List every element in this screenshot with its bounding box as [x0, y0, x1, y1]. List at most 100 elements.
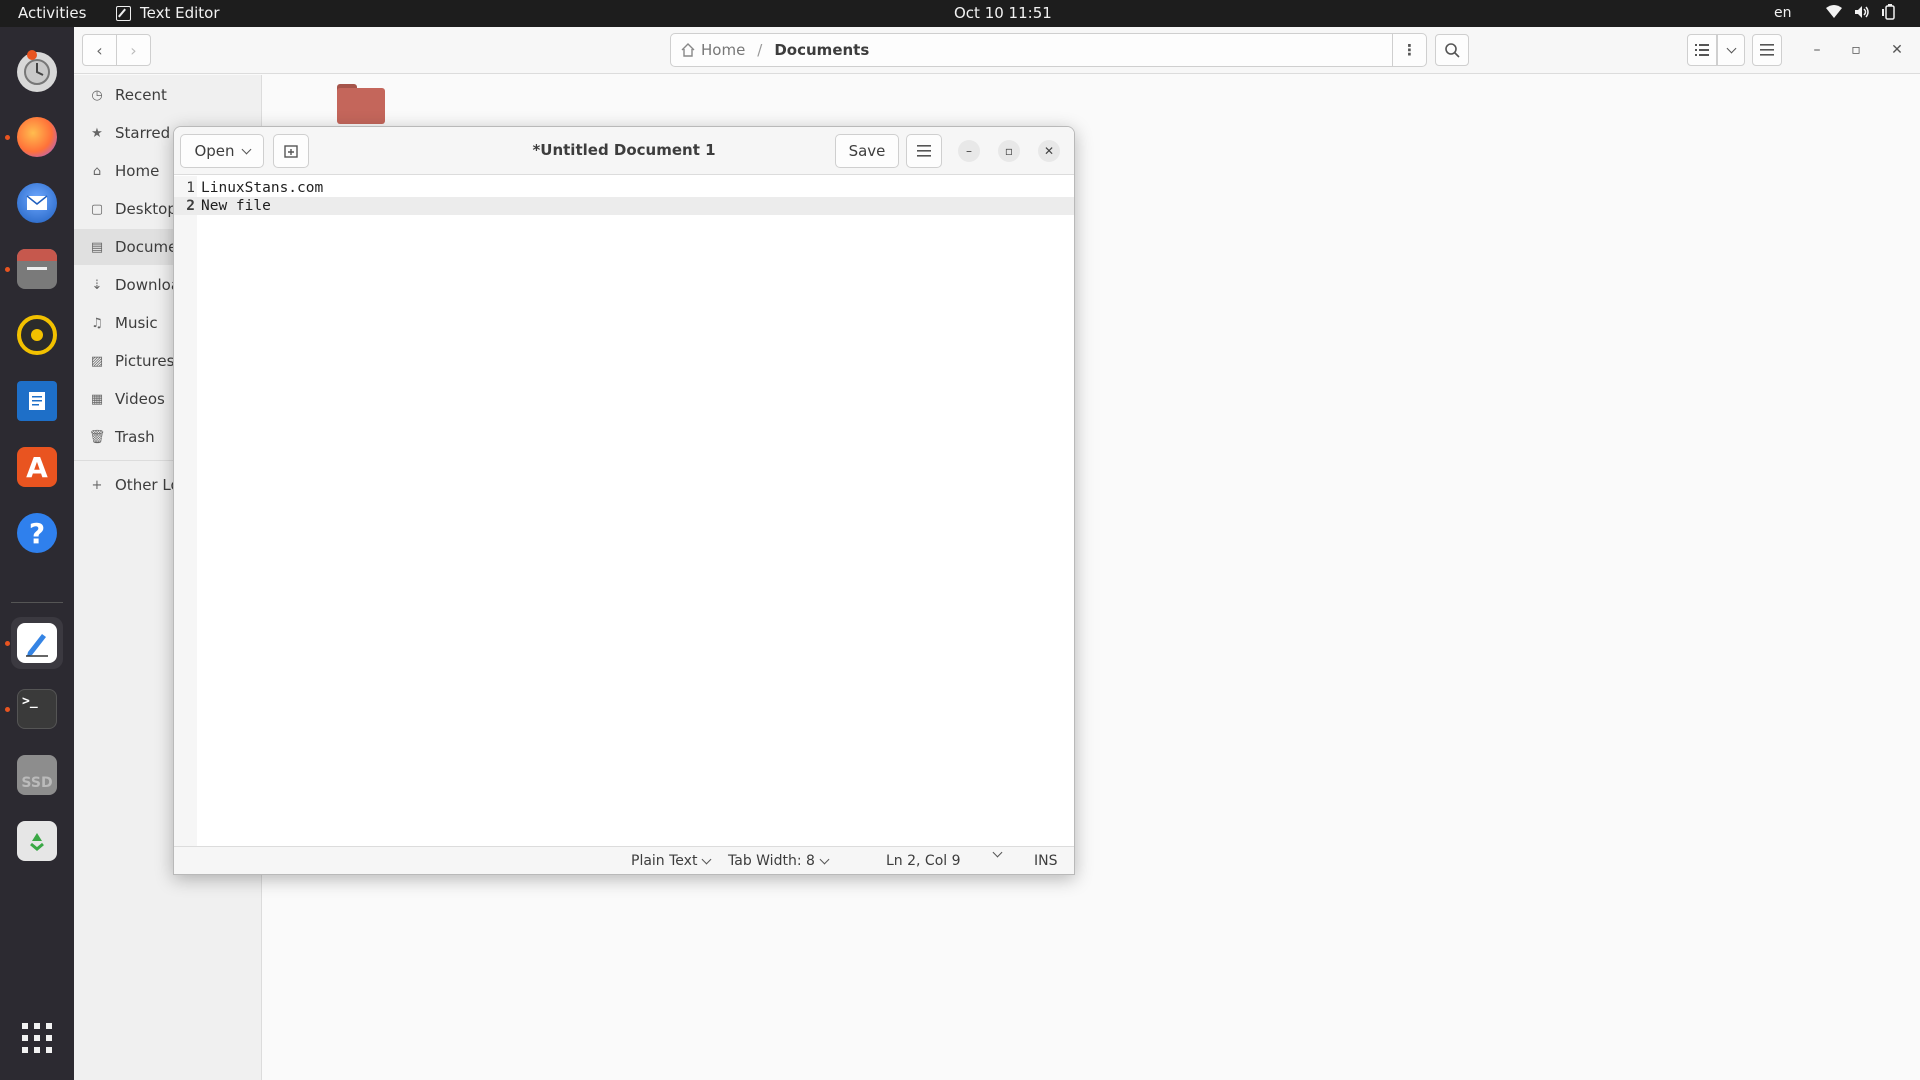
system-tray[interactable]: [1826, 4, 1896, 20]
editor-headerbar: Open *Untitled Document 1 Save – ▫ ✕: [174, 127, 1074, 175]
dock: A ? >_ SSD: [0, 27, 74, 1080]
line-number: 1: [186, 180, 195, 196]
search-icon: [1445, 43, 1460, 58]
insert-mode-indicator[interactable]: INS: [1034, 853, 1058, 869]
videos-icon: ▦: [90, 391, 104, 407]
back-button[interactable]: ‹: [82, 34, 117, 66]
cursor-position[interactable]: Ln 2, Col 9: [886, 853, 961, 869]
chevron-down-icon: [992, 847, 1003, 858]
sidebar-item-label: Recent: [115, 86, 167, 104]
desktop-icon: ▢: [90, 201, 104, 217]
open-button-label: Open: [194, 142, 235, 160]
new-tab-button[interactable]: [273, 134, 309, 168]
search-button[interactable]: [1435, 34, 1469, 66]
list-view-button[interactable]: [1687, 34, 1717, 66]
dock-separator: [11, 602, 63, 603]
folder-item[interactable]: [337, 84, 385, 124]
show-applications-icon[interactable]: [21, 1022, 53, 1054]
writer-icon: [17, 381, 57, 421]
restore-icon: ▫: [1851, 42, 1861, 58]
files-headerbar: ‹ › Home / Documents ⋮ – ▫ ✕: [74, 27, 1920, 74]
path-menu-button[interactable]: ⋮: [1392, 34, 1426, 66]
sidebar-item-recent[interactable]: ◷ Recent: [74, 77, 262, 113]
drive-icon: SSD: [17, 755, 57, 795]
plus-icon: +: [91, 477, 103, 493]
chevron-down-icon: [241, 144, 251, 154]
dock-firefox[interactable]: [5, 111, 63, 163]
files-close-button[interactable]: ✕: [1886, 39, 1908, 61]
sidebar-item-label: Desktop: [115, 200, 177, 218]
sidebar-item-label: Starred: [115, 124, 171, 142]
language-label: Plain Text: [631, 853, 698, 869]
files-maximize-button[interactable]: ▫: [1845, 39, 1867, 61]
dock-files[interactable]: [5, 243, 63, 295]
drive-label: SSD: [21, 775, 53, 791]
app-menu[interactable]: Text Editor: [116, 4, 220, 22]
close-icon: ✕: [1891, 42, 1903, 58]
save-button[interactable]: Save: [835, 134, 899, 168]
text-area[interactable]: 1 LinuxStans.com 2 New file: [174, 176, 1074, 215]
running-indicator: [5, 135, 10, 140]
line-text[interactable]: New file: [201, 197, 271, 215]
files-icon: [17, 249, 57, 289]
text-line-current[interactable]: 2 New file: [174, 197, 1074, 215]
folder-body: [337, 88, 385, 124]
terminal-icon: >_: [17, 689, 57, 729]
language-selector[interactable]: Plain Text: [631, 853, 712, 869]
dock-drive[interactable]: SSD: [11, 749, 63, 801]
files-menu-button[interactable]: [1752, 34, 1782, 66]
chevron-down-icon: [819, 854, 830, 864]
editor-maximize-button[interactable]: ▫: [998, 140, 1020, 162]
battery-icon: [1882, 4, 1895, 20]
line-text[interactable]: LinuxStans.com: [201, 179, 323, 197]
sidebar-item-label: Videos: [115, 390, 165, 408]
dock-text-editor[interactable]: [5, 617, 63, 669]
editor-close-button[interactable]: ✕: [1038, 140, 1060, 162]
dock-thunderbird[interactable]: [11, 177, 63, 229]
help-icon: ?: [17, 513, 57, 553]
line-number: 2: [186, 198, 195, 214]
goto-line-button[interactable]: [992, 847, 1003, 858]
files-minimize-button[interactable]: –: [1806, 39, 1828, 61]
path-current[interactable]: Documents: [774, 41, 869, 59]
text-line[interactable]: 1 LinuxStans.com: [174, 179, 1074, 197]
editor-minimize-button[interactable]: –: [958, 140, 980, 162]
dock-trash[interactable]: [11, 815, 63, 867]
language-indicator[interactable]: en: [1774, 5, 1792, 21]
sidebar-item-label: Home: [115, 162, 160, 180]
thunderbird-icon: [17, 183, 57, 223]
path-separator: /: [757, 41, 763, 59]
dock-help[interactable]: ?: [11, 507, 63, 559]
new-document-icon: [284, 145, 298, 158]
open-button[interactable]: Open: [180, 134, 264, 168]
clock-icon: ◷: [91, 87, 103, 103]
running-indicator: [5, 267, 10, 272]
save-button-label: Save: [848, 142, 886, 160]
hamburger-icon: [917, 145, 931, 157]
document-icon: ▤: [90, 239, 104, 255]
sidebar-item-label: Trash: [115, 428, 155, 446]
tab-width-selector[interactable]: Tab Width: 8: [728, 853, 830, 869]
dock-rhythmbox[interactable]: [11, 309, 63, 361]
path-home[interactable]: Home: [681, 41, 745, 59]
line-number-gutter: [174, 176, 197, 846]
music-icon: ♫: [91, 315, 103, 331]
editor-menu-button[interactable]: [906, 134, 942, 168]
view-options-button[interactable]: [1717, 34, 1745, 66]
update-badge: [27, 50, 37, 60]
text-editor-icon: [116, 5, 131, 21]
clock[interactable]: Oct 10 11:51: [954, 4, 1052, 22]
rhythmbox-icon: [17, 315, 57, 355]
minimize-icon: –: [1813, 42, 1821, 58]
tab-width-label: Tab Width: 8: [728, 853, 815, 869]
star-icon: ★: [91, 125, 103, 141]
dock-terminal[interactable]: >_: [5, 683, 63, 735]
dock-software[interactable]: A: [11, 441, 63, 493]
dock-updater[interactable]: [11, 46, 63, 98]
top-bar: Activities Text Editor Oct 10 11:51 en: [0, 0, 1920, 27]
forward-button[interactable]: ›: [116, 34, 151, 66]
dock-writer[interactable]: [11, 375, 63, 427]
software-center-icon: A: [17, 447, 57, 487]
close-icon: ✕: [1043, 144, 1055, 158]
activities-button[interactable]: Activities: [18, 4, 86, 22]
